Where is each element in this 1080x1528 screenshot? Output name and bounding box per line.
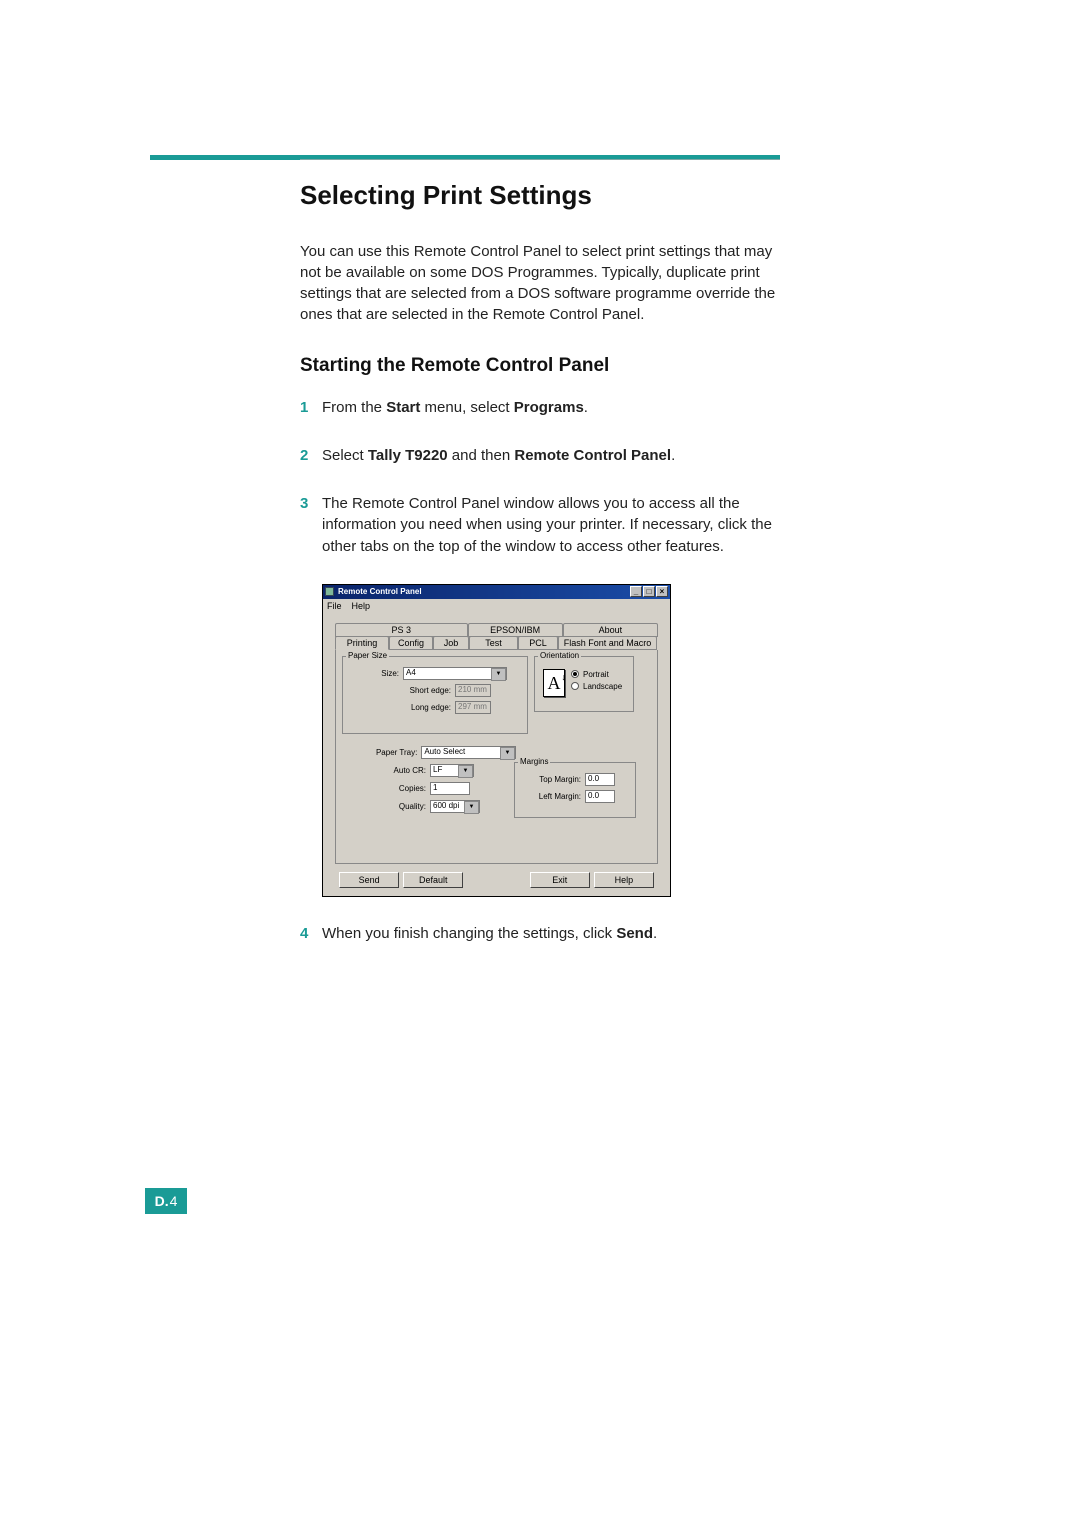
margins-group: Margins Top Margin: 0.0 Left Margin: 0.0	[514, 762, 636, 818]
step-number: 1	[300, 397, 308, 419]
button-row: Send Default Exit Help	[335, 870, 658, 890]
auto-cr-select[interactable]: LF	[430, 764, 474, 777]
short-edge-label: Short edge:	[351, 686, 451, 695]
text: Select	[322, 447, 368, 464]
tab-row-back: PS 3 EPSON/IBM About	[335, 623, 658, 637]
text: The Remote Control Panel window allows y…	[322, 495, 772, 556]
menu-file[interactable]: File	[327, 601, 342, 611]
main-content: Selecting Print Settings You can use thi…	[300, 180, 780, 971]
step-3: 3 The Remote Control Panel window allows…	[300, 493, 780, 558]
default-button[interactable]: Default	[403, 872, 463, 888]
app-icon	[325, 587, 334, 596]
tab-config[interactable]: Config	[389, 636, 433, 650]
bold: Tally T9220	[368, 447, 448, 464]
page-title: Selecting Print Settings	[300, 180, 780, 211]
radio-label: Landscape	[583, 682, 622, 691]
text: When you finish changing the settings, c…	[322, 925, 616, 942]
tab-ps3[interactable]: PS 3	[335, 623, 468, 637]
portrait-radio[interactable]: Portrait	[571, 670, 622, 679]
tab-test[interactable]: Test	[469, 636, 518, 650]
landscape-radio[interactable]: Landscape	[571, 682, 622, 691]
bold: Remote Control Panel	[514, 447, 671, 464]
text: and then	[448, 447, 515, 464]
step-number: 4	[300, 923, 308, 945]
size-select[interactable]: A4	[403, 667, 507, 680]
tab-about[interactable]: About	[563, 623, 658, 637]
mid-controls: Paper Tray: Auto Select Auto CR: LF Copi…	[346, 746, 516, 818]
group-legend: Paper Size	[346, 651, 389, 660]
paper-size-group: Paper Size Size: A4 Short edge: 210 mm L…	[342, 656, 528, 734]
page-num: 4	[170, 1193, 178, 1209]
menu-bar: File Help	[323, 599, 670, 613]
text: From the	[322, 399, 386, 416]
auto-cr-label: Auto CR:	[346, 766, 426, 775]
long-edge-label: Long edge:	[351, 703, 451, 712]
bold: Start	[386, 399, 420, 416]
step-4: 4 When you finish changing the settings,…	[300, 923, 780, 945]
intro-paragraph: You can use this Remote Control Panel to…	[300, 241, 780, 325]
steps-list: 1 From the Start menu, select Programs. …	[300, 397, 780, 558]
menu-help[interactable]: Help	[352, 601, 371, 611]
step-number: 3	[300, 493, 308, 515]
remote-control-panel-window: Remote Control Panel _ □ × File Help PS …	[322, 584, 671, 897]
tab-pcl[interactable]: PCL	[518, 636, 558, 650]
page-number-badge: D.4	[145, 1188, 187, 1214]
tab-printing[interactable]: Printing	[335, 636, 389, 650]
bold: Programs	[514, 399, 584, 416]
tab-epson-ibm[interactable]: EPSON/IBM	[468, 623, 563, 637]
orientation-preview-icon: A	[543, 669, 565, 697]
group-legend: Margins	[518, 757, 550, 766]
send-button[interactable]: Send	[339, 872, 399, 888]
top-margin-label: Top Margin:	[521, 775, 581, 784]
size-label: Size:	[351, 669, 399, 678]
page-prefix: D.	[155, 1193, 169, 1209]
tab-flash-font[interactable]: Flash Font and Macro	[558, 636, 657, 650]
orientation-group: Orientation A Portrait Landscape	[534, 656, 634, 712]
step-2: 2 Select Tally T9220 and then Remote Con…	[300, 445, 780, 467]
step-1: 1 From the Start menu, select Programs.	[300, 397, 780, 419]
copies-field[interactable]: 1	[430, 782, 470, 795]
exit-button[interactable]: Exit	[530, 872, 590, 888]
quality-select[interactable]: 600 dpi	[430, 800, 480, 813]
tab-job[interactable]: Job	[433, 636, 469, 650]
paper-tray-select[interactable]: Auto Select	[421, 746, 516, 759]
left-margin-field[interactable]: 0.0	[585, 790, 615, 803]
long-edge-field: 297 mm	[455, 701, 491, 714]
text: menu, select	[420, 399, 513, 416]
steps-list-continued: 4 When you finish changing the settings,…	[300, 923, 780, 945]
copies-label: Copies:	[346, 784, 426, 793]
step-number: 2	[300, 445, 308, 467]
text: .	[653, 925, 657, 942]
close-button[interactable]: ×	[656, 586, 668, 597]
radio-label: Portrait	[583, 670, 609, 679]
section-rule-thin	[300, 159, 780, 160]
text: .	[584, 399, 588, 416]
help-button[interactable]: Help	[594, 872, 654, 888]
left-margin-label: Left Margin:	[521, 792, 581, 801]
quality-label: Quality:	[346, 802, 426, 811]
dialog-body: PS 3 EPSON/IBM About Printing Config Job…	[323, 613, 670, 896]
tab-row-front: Printing Config Job Test PCL Flash Font …	[335, 636, 658, 650]
text: .	[671, 447, 675, 464]
maximize-button[interactable]: □	[643, 586, 655, 597]
window-title: Remote Control Panel	[338, 587, 422, 596]
subheading: Starting the Remote Control Panel	[300, 355, 780, 377]
top-margin-field[interactable]: 0.0	[585, 773, 615, 786]
bold: Send	[616, 925, 653, 942]
title-bar: Remote Control Panel _ □ ×	[323, 585, 670, 599]
group-legend: Orientation	[538, 651, 581, 660]
paper-tray-label: Paper Tray:	[346, 748, 417, 757]
short-edge-field: 210 mm	[455, 684, 491, 697]
minimize-button[interactable]: _	[630, 586, 642, 597]
tab-panel-printing: Paper Size Size: A4 Short edge: 210 mm L…	[335, 650, 658, 864]
